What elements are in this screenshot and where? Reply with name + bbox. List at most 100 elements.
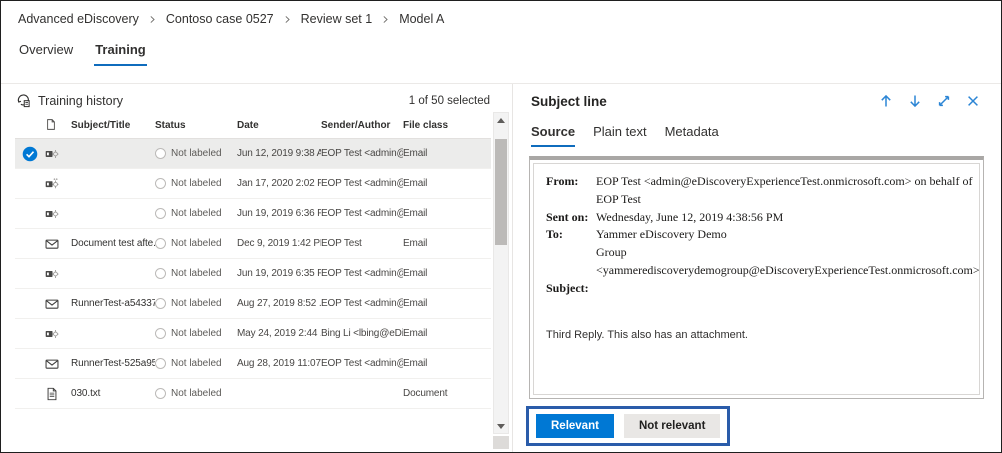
- selected-check-icon[interactable]: [22, 206, 38, 222]
- relevant-button[interactable]: Relevant: [536, 414, 614, 438]
- sender-cell: EOP Test <admin@...: [321, 208, 403, 219]
- column-header-subject[interactable]: Subject/Title: [71, 120, 155, 131]
- table-row[interactable]: RunnerTest-525a95... Not labeled Aug 28,…: [15, 349, 491, 379]
- selected-check-icon[interactable]: [22, 266, 38, 282]
- table-body: Not labeled Jun 12, 2019 9:38 A... EOP T…: [15, 139, 491, 409]
- sender-cell: EOP Test <admin@...: [321, 298, 403, 309]
- tab-plain-text[interactable]: Plain text: [593, 124, 646, 147]
- breadcrumb-item-current[interactable]: Model A: [399, 12, 444, 26]
- selected-check-icon[interactable]: [22, 326, 38, 342]
- status-cell: Not labeled: [155, 358, 237, 369]
- sender-cell: EOP Test <admin@...: [321, 358, 403, 369]
- scroll-up-arrow[interactable]: [494, 113, 508, 127]
- training-history-title: Training history: [16, 93, 123, 108]
- not-labeled-radio-icon[interactable]: [155, 388, 166, 399]
- selected-check-icon[interactable]: [22, 176, 38, 192]
- not-relevant-button[interactable]: Not relevant: [624, 414, 720, 438]
- vertical-scrollbar[interactable]: [493, 112, 509, 434]
- column-header-fileclass[interactable]: File class: [403, 120, 491, 131]
- fileclass-cell: Email: [403, 328, 491, 339]
- scrollbar-thumb[interactable]: [495, 139, 507, 245]
- table-row[interactable]: Not labeled Jan 17, 2020 2:02 PM EOP Tes…: [15, 169, 491, 199]
- column-header-date[interactable]: Date: [237, 120, 321, 131]
- sender-cell: EOP Test <admin@...: [321, 268, 403, 279]
- chevron-right-icon: [148, 15, 157, 24]
- column-header-sender[interactable]: Sender/Author: [321, 120, 403, 131]
- tab-overview[interactable]: Overview: [18, 40, 74, 66]
- email-sent-value: Wednesday, June 12, 2019 4:38:56 PM: [596, 209, 980, 227]
- relevance-button-group: Relevant Not relevant: [526, 406, 730, 446]
- selected-check-icon[interactable]: [22, 386, 38, 402]
- status-cell: Not labeled: [155, 268, 237, 279]
- not-labeled-radio-icon[interactable]: [155, 178, 166, 189]
- status-cell: Not labeled: [155, 238, 237, 249]
- table-header-row: Subject/Title Status Date Sender/Author …: [15, 112, 491, 139]
- breadcrumb: Advanced eDiscovery Contoso case 0527 Re…: [18, 12, 444, 26]
- close-icon[interactable]: [965, 93, 981, 109]
- table-row[interactable]: 030.txt Not labeled Document: [15, 379, 491, 409]
- history-icon: [16, 93, 31, 108]
- table-row[interactable]: Not labeled Jun 19, 2019 6:36 PM EOP Tes…: [15, 199, 491, 229]
- not-labeled-radio-icon[interactable]: [155, 298, 166, 309]
- subject-cell: RunnerTest-a54337...: [71, 298, 155, 309]
- tab-training[interactable]: Training: [94, 40, 147, 66]
- fileclass-cell: Email: [403, 208, 491, 219]
- training-history-header: Training history 1 of 50 selected: [1, 84, 511, 112]
- not-labeled-radio-icon[interactable]: [155, 148, 166, 159]
- subject-cell: 030.txt: [71, 388, 155, 399]
- expand-icon[interactable]: [936, 93, 952, 109]
- email-sent-label: Sent on:: [546, 209, 592, 227]
- file-type-icon: [45, 147, 59, 161]
- table-row[interactable]: Document test afte... Not labeled Dec 9,…: [15, 229, 491, 259]
- chevron-right-icon: [381, 15, 390, 24]
- email-body: Third Reply. This also has an attachment…: [546, 327, 967, 343]
- email-from-label: From:: [546, 173, 592, 209]
- tab-source[interactable]: Source: [531, 124, 575, 147]
- down-arrow-icon[interactable]: [907, 93, 923, 109]
- date-cell: Jun 19, 2019 6:35 PM: [237, 268, 321, 279]
- breadcrumb-item[interactable]: Contoso case 0527: [166, 12, 274, 26]
- file-type-icon: [45, 267, 59, 281]
- email-subject-value: [596, 280, 980, 298]
- column-header-status[interactable]: Status: [155, 120, 237, 131]
- file-type-icon: [45, 207, 59, 221]
- not-labeled-radio-icon[interactable]: [155, 328, 166, 339]
- selected-check-icon[interactable]: [22, 356, 38, 372]
- status-cell: Not labeled: [155, 208, 237, 219]
- breadcrumb-item[interactable]: Review set 1: [301, 12, 373, 26]
- not-labeled-radio-icon[interactable]: [155, 208, 166, 219]
- tab-metadata[interactable]: Metadata: [665, 124, 719, 147]
- email-content: From: EOP Test <admin@eDiscoveryExperien…: [533, 163, 980, 395]
- selected-check-icon[interactable]: [22, 146, 38, 162]
- breadcrumb-item[interactable]: Advanced eDiscovery: [18, 12, 139, 26]
- training-history-panel: Training history 1 of 50 selected Subjec…: [1, 84, 511, 452]
- selected-check-icon[interactable]: [22, 296, 38, 312]
- email-to-value: Yammer eDiscovery Demo Group <yammeredis…: [596, 226, 980, 279]
- sender-cell: EOP Test <admin@...: [321, 148, 403, 159]
- date-cell: Dec 9, 2019 1:42 PM: [237, 238, 321, 249]
- table-row[interactable]: Not labeled May 24, 2019 2:44 ... Bing L…: [15, 319, 491, 349]
- date-cell: Jan 17, 2020 2:02 PM: [237, 178, 321, 189]
- subject-cell: RunnerTest-525a95...: [71, 358, 155, 369]
- table-row[interactable]: Not labeled Jun 12, 2019 9:38 A... EOP T…: [15, 139, 491, 169]
- date-cell: May 24, 2019 2:44 ...: [237, 328, 321, 339]
- fileclass-cell: Email: [403, 178, 491, 189]
- up-arrow-icon[interactable]: [878, 93, 894, 109]
- fileclass-cell: Email: [403, 298, 491, 309]
- not-labeled-radio-icon[interactable]: [155, 268, 166, 279]
- date-cell: Aug 28, 2019 11:07...: [237, 358, 321, 369]
- table-row[interactable]: RunnerTest-a54337... Not labeled Aug 27,…: [15, 289, 491, 319]
- preview-toolbar: [878, 93, 981, 109]
- table-row[interactable]: Not labeled Jun 19, 2019 6:35 PM EOP Tes…: [15, 259, 491, 289]
- sender-cell: EOP Test <admin@...: [321, 178, 403, 189]
- not-labeled-radio-icon[interactable]: [155, 238, 166, 249]
- file-type-icon: [45, 297, 59, 311]
- scroll-down-arrow[interactable]: [494, 419, 508, 433]
- preview-header: Subject line: [513, 84, 1001, 109]
- status-cell: Not labeled: [155, 328, 237, 339]
- status-cell: Not labeled: [155, 178, 237, 189]
- selected-check-icon[interactable]: [22, 236, 38, 252]
- fileclass-cell: Email: [403, 238, 491, 249]
- not-labeled-radio-icon[interactable]: [155, 358, 166, 369]
- email-subject-label: Subject:: [546, 280, 592, 298]
